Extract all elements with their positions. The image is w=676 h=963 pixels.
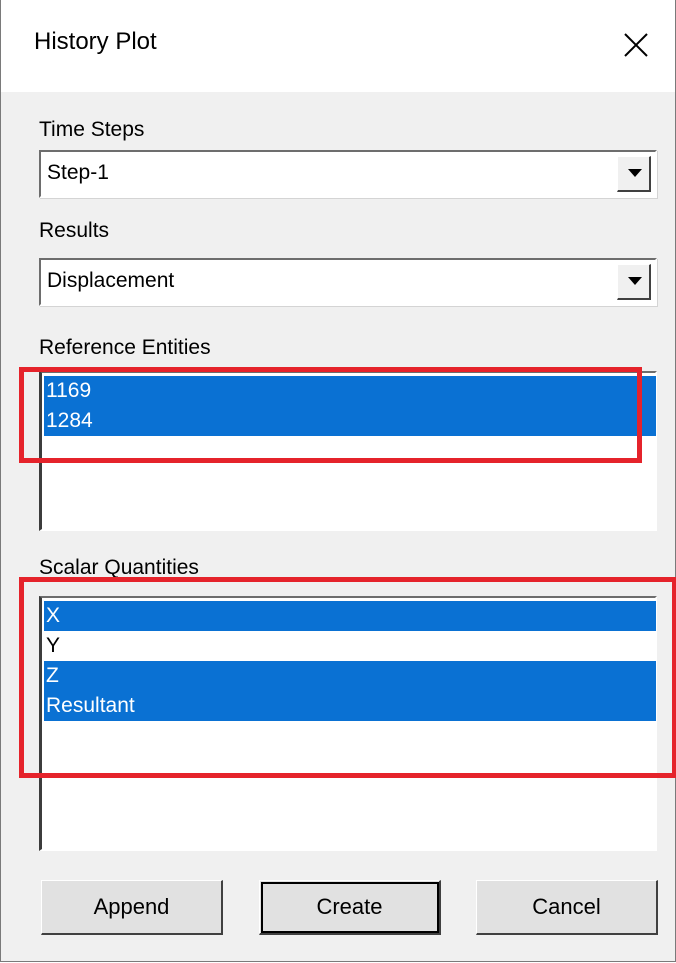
time-steps-dropdown[interactable]: Step-1	[39, 150, 657, 198]
chevron-down-icon	[628, 277, 642, 285]
create-button[interactable]: Create	[259, 880, 441, 935]
results-value: Displacement	[47, 269, 175, 292]
cancel-button[interactable]: Cancel	[476, 880, 658, 935]
close-button[interactable]	[613, 22, 659, 68]
time-steps-dropdown-button[interactable]	[617, 156, 651, 192]
time-steps-label: Time Steps	[39, 118, 145, 141]
close-icon	[624, 33, 648, 57]
history-plot-dialog: History Plot Time Steps Step-1 Results D…	[0, 0, 676, 962]
append-button[interactable]: Append	[41, 880, 223, 935]
results-dropdown-button[interactable]	[617, 264, 651, 300]
time-steps-value: Step-1	[47, 161, 109, 184]
scalar-quantities-highlight-box	[19, 577, 676, 778]
results-label: Results	[39, 219, 110, 242]
reference-entities-highlight-box	[19, 367, 642, 463]
title-bar[interactable]: History Plot	[1, 0, 675, 92]
chevron-down-icon	[628, 169, 642, 177]
results-dropdown[interactable]: Displacement	[39, 258, 657, 306]
reference-entities-label: Reference Entities	[39, 336, 211, 359]
dialog-title: History Plot	[34, 28, 157, 55]
